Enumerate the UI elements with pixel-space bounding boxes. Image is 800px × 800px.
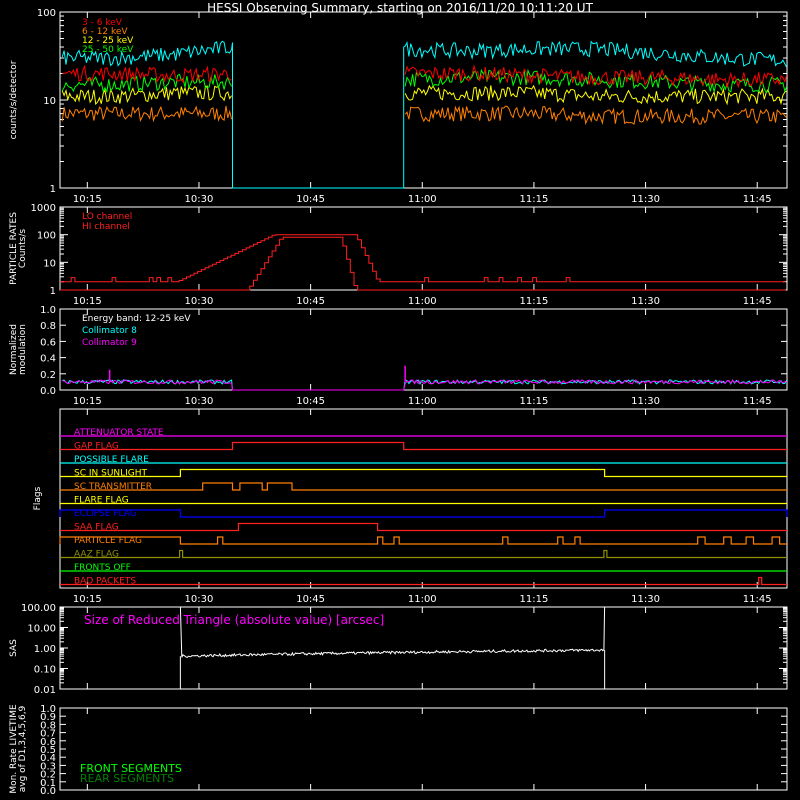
time-tick-label: 11:15 (520, 594, 549, 605)
count-rate-series-line (62, 64, 232, 84)
time-tick-label: 11:15 (520, 194, 549, 205)
count-rate-legend-entry: 25 - 50 keV (82, 45, 134, 55)
modulation-y-label: 0.8 (40, 321, 56, 332)
count-rate-series-line (61, 40, 788, 189)
time-tick-label: 10:30 (185, 194, 214, 205)
modulation-legend-entry: Collimator 8 (82, 326, 137, 336)
particle-rate-series-line (60, 234, 786, 283)
time-tick-label: 11:00 (408, 396, 437, 407)
count-rate-series-line (404, 64, 788, 89)
time-tick-label: 11:45 (743, 296, 772, 307)
time-tick-label: 11:15 (520, 296, 549, 307)
sas-y-label: 1.00 (34, 644, 56, 655)
time-tick-label: 11:00 (408, 296, 437, 307)
time-tick-label: 10:45 (296, 296, 325, 307)
time-tick-label: 10:45 (296, 396, 325, 407)
count-rate-series-line (61, 85, 233, 106)
time-tick-label: 10:30 (185, 396, 214, 407)
particle-rate-y-label: 1 (50, 286, 56, 297)
flag-trace (60, 441, 787, 451)
time-tick-label: 10:45 (296, 194, 325, 205)
summary-plots: 10:15 10:30 10:45 11:00 11:15 11:30 11:45 count… (9, 8, 788, 797)
time-tick-label: 11:45 (743, 396, 772, 407)
time-tick-label: 11:15 (520, 396, 549, 407)
time-tick-label: 10:30 (185, 594, 214, 605)
sas-y-label: 0.10 (34, 665, 56, 676)
time-tick-label: 11:30 (631, 194, 660, 205)
count-rate-y-label: 1 (50, 184, 56, 195)
livetime-legend-entry: REAR SEGMENTS (80, 772, 174, 785)
modulation-y-label: 0.4 (40, 354, 56, 365)
modulation-y-label: 0.2 (40, 370, 56, 381)
time-tick-label: 11:30 (631, 396, 660, 407)
modulation-annotation: Energy band: 12-25 keV (82, 314, 191, 324)
time-tick-label: 11:00 (408, 594, 437, 605)
flag-trace (60, 549, 787, 559)
time-tick-label: 10:15 (73, 296, 102, 307)
time-tick-label: 11:45 (743, 194, 772, 205)
flag-trace (60, 482, 787, 491)
time-tick-label: 10:15 (73, 194, 102, 205)
modulation-legend-entry: Collimator 9 (82, 338, 137, 348)
livetime-axis-label: avg of D1,3,4,5,6,9 (18, 705, 28, 792)
time-tick-label: 11:00 (408, 194, 437, 205)
particle-rate-y-label: 1000 (31, 203, 56, 214)
livetime-y-label: 1.0 (40, 704, 56, 715)
count-rate-series-line (404, 105, 787, 126)
count-rate-series-line (61, 73, 233, 94)
modulation-axis-label: modulation (18, 324, 28, 375)
time-tick-label: 10:45 (296, 594, 325, 605)
particle-rate-legend-entry: LO channel (82, 212, 132, 222)
sas-axis-label: SAS (9, 639, 19, 657)
count-rate-axis-label: counts/s/detector (9, 60, 19, 139)
sas-y-label: 100.00 (21, 603, 56, 614)
particle-rate-legend-entry: HI channel (82, 222, 130, 232)
sas-annotation: Size of Reduced Triangle (absolute value… (84, 613, 384, 627)
flag-trace (60, 468, 787, 478)
particle-rate-y-label: 100 (37, 231, 56, 242)
flag-trace (59, 536, 787, 545)
flag-trace (60, 576, 787, 586)
flags-axis-label: Flags (33, 486, 43, 510)
time-tick-label: 10:15 (73, 594, 102, 605)
modulation-y-label: 1.0 (40, 305, 56, 316)
modulation-y-label: 0.0 (40, 386, 56, 397)
count-rate-series-line (61, 105, 233, 123)
sas-y-label: 10.00 (27, 624, 56, 635)
count-rate-y-label: 100 (37, 8, 56, 19)
count-rate-y-label: 10 (43, 96, 56, 107)
sas-y-label: 0.01 (34, 685, 56, 696)
time-tick-label: 11:45 (743, 594, 772, 605)
time-tick-label: 10:30 (185, 296, 214, 307)
time-tick-label: 11:30 (631, 594, 660, 605)
count-rate-series-line (404, 84, 787, 106)
panel-frame-1 (59, 11, 788, 189)
flag-trace (60, 522, 787, 532)
modulation-y-label: 0.6 (40, 337, 56, 348)
flag-trace (59, 509, 788, 518)
time-tick-label: 11:30 (631, 296, 660, 307)
particle-rate-y-label: 10 (43, 258, 56, 269)
time-tick-label: 10:15 (73, 396, 102, 407)
particle-rate-axis-label: Counts/s (18, 229, 28, 268)
